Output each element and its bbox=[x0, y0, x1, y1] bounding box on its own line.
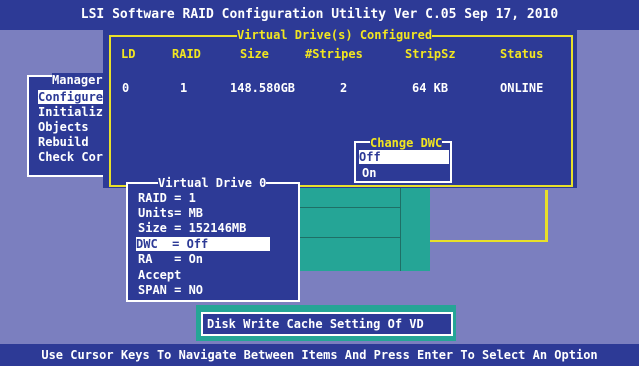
main-menu-title: Manager bbox=[52, 73, 103, 87]
virtual-drive-title: Virtual Drive 0 bbox=[158, 176, 267, 190]
help-text: Disk Write Cache Setting Of VD bbox=[207, 317, 424, 331]
menu-item-initialize[interactable]: Initializ bbox=[38, 105, 103, 119]
vd-item-units[interactable]: Units= MB bbox=[138, 206, 203, 220]
vd-item-accept[interactable]: Accept bbox=[138, 268, 181, 282]
status-bar-text: Use Cursor Keys To Navigate Between Item… bbox=[41, 348, 598, 362]
vd-item-raid[interactable]: RAID = 1 bbox=[138, 191, 196, 205]
menu-item-check-consistency[interactable]: Check Cor bbox=[38, 150, 103, 164]
table-cell-ld: 0 bbox=[122, 81, 130, 95]
table-cell-status: ONLINE bbox=[500, 81, 544, 95]
vd-item-ra[interactable]: RA = On bbox=[138, 252, 203, 266]
col-header-status: Status bbox=[500, 47, 544, 61]
right-frame-edge bbox=[545, 190, 548, 240]
teal-divider-1 bbox=[290, 207, 400, 208]
dwc-option-on[interactable]: On bbox=[362, 166, 376, 180]
app-title: LSI Software RAID Configuration Utility … bbox=[80, 7, 559, 22]
table-cell-stripes: 2 bbox=[340, 81, 348, 95]
change-dwc-title: Change DWC bbox=[370, 136, 443, 150]
teal-divider-2 bbox=[290, 237, 400, 238]
dwc-option-off[interactable]: Off bbox=[359, 150, 449, 164]
menu-item-rebuild[interactable]: Rebuild bbox=[38, 135, 89, 149]
vd-item-size[interactable]: Size = 152146MB bbox=[138, 221, 246, 235]
bottom-frame-edge bbox=[430, 240, 548, 242]
vd-item-span[interactable]: SPAN = NO bbox=[138, 283, 203, 297]
table-cell-stripsz: 64 KB bbox=[412, 81, 449, 95]
col-header-ld: LD bbox=[121, 47, 136, 61]
teal-divider-3 bbox=[400, 185, 401, 271]
col-header-raid: RAID bbox=[172, 47, 201, 61]
background-teal-panel bbox=[290, 185, 430, 271]
col-header-size: Size bbox=[240, 47, 269, 61]
table-cell-size: 148.580GB bbox=[230, 81, 296, 95]
vd-item-dwc[interactable]: DWC = Off bbox=[136, 237, 270, 251]
col-header-stripsz: StripSz bbox=[405, 47, 456, 61]
col-header-stripes: #Stripes bbox=[305, 47, 363, 61]
table-cell-raid: 1 bbox=[180, 81, 188, 95]
vd-configured-title: Virtual Drive(s) Configured bbox=[237, 28, 433, 42]
menu-item-objects[interactable]: Objects bbox=[38, 120, 89, 134]
